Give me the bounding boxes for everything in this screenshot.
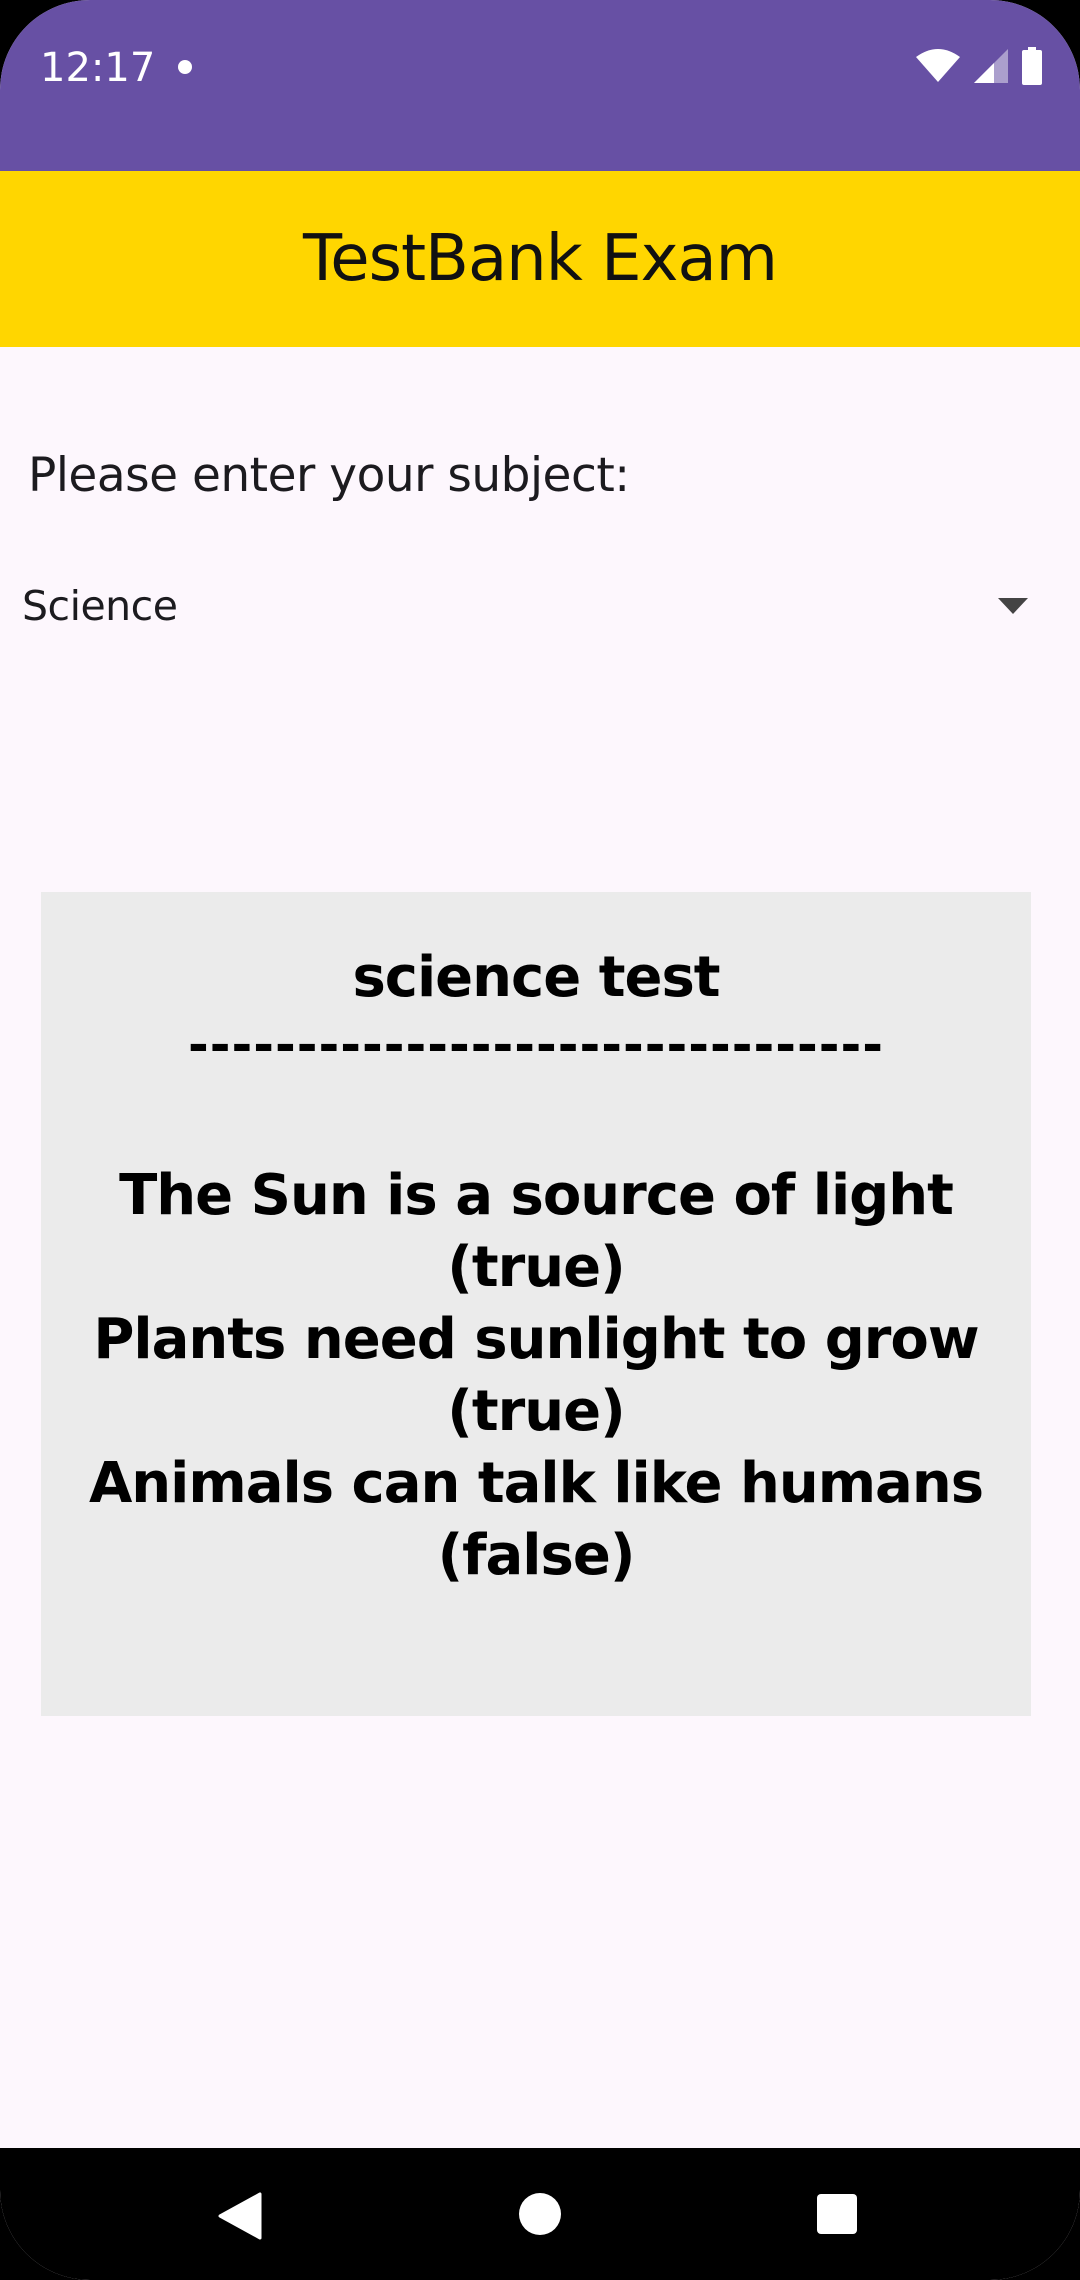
question-answer: (true) — [447, 1379, 625, 1444]
question-answer: (true) — [447, 1235, 625, 1300]
question-item: The Sun is a source of light (true) — [41, 1160, 1031, 1304]
notification-dot-icon — [178, 60, 192, 74]
question-item: Plants need sunlight to grow (true) — [41, 1304, 1031, 1448]
test-card: science test ---------------------------… — [41, 892, 1031, 1716]
app-bar: TestBank Exam — [0, 171, 1080, 347]
battery-icon — [1022, 47, 1042, 89]
app-title: TestBank Exam — [303, 222, 778, 296]
subject-dropdown[interactable]: Science — [0, 560, 1080, 656]
question-statement: Animals can talk like humans — [88, 1451, 984, 1516]
cell-signal-icon — [974, 49, 1008, 87]
test-title: science test — [352, 945, 720, 1010]
subject-selected-value: Science — [22, 582, 178, 630]
home-icon[interactable] — [519, 2193, 561, 2235]
question-answer: (false) — [437, 1523, 636, 1588]
question-statement: The Sun is a source of light — [119, 1163, 954, 1228]
status-time: 12:17 — [40, 45, 156, 91]
question-statement: Plants need sunlight to grow — [93, 1307, 979, 1372]
status-bar: 12:17 — [0, 0, 1080, 171]
phone-screen: 12:17 TestBank Exam Please enter your su… — [0, 0, 1080, 2280]
question-item: Animals can talk like humans (false) — [41, 1448, 1031, 1592]
status-icons — [916, 47, 1042, 89]
subject-label: Please enter your subject: — [28, 448, 630, 503]
test-divider: -------------------------------- — [187, 1016, 885, 1074]
wifi-icon — [916, 49, 960, 87]
navigation-bar — [0, 2148, 1080, 2280]
back-icon[interactable] — [218, 2192, 262, 2244]
dropdown-arrow-icon — [998, 598, 1028, 614]
question-list: The Sun is a source of light (true) Plan… — [41, 1160, 1031, 1592]
recents-icon[interactable] — [817, 2194, 857, 2234]
